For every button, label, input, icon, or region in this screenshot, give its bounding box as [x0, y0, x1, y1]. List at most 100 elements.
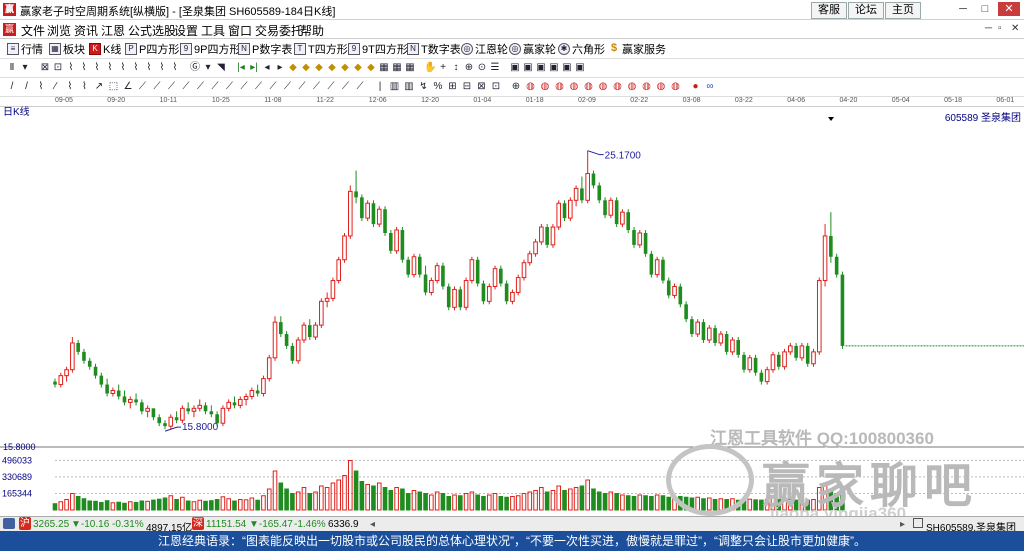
drawing-tool-icon[interactable]: ▸|: [248, 62, 260, 74]
menu-browse[interactable]: 浏览: [47, 22, 71, 39]
menu-tools[interactable]: 工具: [201, 22, 225, 39]
drawing-tool-icon[interactable]: ⌇: [169, 62, 181, 74]
analysis-tool-icon[interactable]: ◍: [626, 81, 638, 93]
drawing-tool-icon[interactable]: ⌇: [156, 62, 168, 74]
analysis-tool-icon[interactable]: ⟋: [311, 81, 323, 93]
analysis-tool-icon[interactable]: |: [374, 81, 386, 93]
drawing-tool-icon[interactable]: ◆: [365, 62, 377, 74]
toolbar-gann-wheel-button[interactable]: ◎ 江恩轮: [461, 41, 508, 56]
analysis-tool-icon[interactable]: ⌇: [35, 81, 47, 93]
drawing-tool-icon[interactable]: ◥: [215, 62, 227, 74]
drawing-tool-icon[interactable]: ◆: [326, 62, 338, 74]
toolbar-hexagon-button[interactable]: ✱ 六角形: [558, 41, 605, 56]
analysis-tool-icon[interactable]: ⟋: [238, 81, 250, 93]
analysis-tool-icon[interactable]: /: [6, 81, 18, 93]
toolbar-9p-square-button[interactable]: 9 9P四方形: [180, 41, 240, 56]
analysis-tool-icon[interactable]: ⊠: [476, 81, 488, 93]
analysis-tool-icon[interactable]: ∠: [122, 81, 134, 93]
drawing-tool-icon[interactable]: ⊡: [52, 62, 64, 74]
drawing-tool-icon[interactable]: Ⓖ: [189, 62, 201, 74]
drawing-tool-icon[interactable]: ↕: [450, 62, 462, 74]
analysis-tool-icon[interactable]: ◍: [539, 81, 551, 93]
analysis-tool-icon[interactable]: ∞: [704, 81, 716, 93]
toolbar-service-button[interactable]: $ 赢家服务: [608, 41, 666, 56]
drawing-tool-icon[interactable]: ◆: [287, 62, 299, 74]
menu-file[interactable]: 文件: [21, 22, 45, 39]
analysis-tool-icon[interactable]: ⟋: [267, 81, 279, 93]
toolbar-t-number-button[interactable]: N T数字表: [407, 41, 461, 56]
analysis-tool-icon[interactable]: ◍: [597, 81, 609, 93]
drawing-tool-icon[interactable]: ▣: [561, 62, 573, 74]
analysis-tool-icon[interactable]: ⟋: [180, 81, 192, 93]
analysis-tool-icon[interactable]: ◍: [612, 81, 624, 93]
analysis-tool-icon[interactable]: ⟋: [151, 81, 163, 93]
child-minimize-icon[interactable]: ─: [985, 23, 992, 34]
analysis-tool-icon[interactable]: ◍: [670, 81, 682, 93]
analysis-tool-icon[interactable]: ◍: [641, 81, 653, 93]
drawing-tool-icon[interactable]: ⌇: [130, 62, 142, 74]
toolbar-quotes-button[interactable]: ≡ 行情: [7, 41, 43, 56]
analysis-tool-icon[interactable]: ⟋: [325, 81, 337, 93]
drawing-tool-icon[interactable]: ▣: [522, 62, 534, 74]
analysis-tool-icon[interactable]: ⌇: [64, 81, 76, 93]
drawing-tool-icon[interactable]: ⌇: [104, 62, 116, 74]
analysis-tool-icon[interactable]: ⟋: [354, 81, 366, 93]
drawing-tool-icon[interactable]: ⊙: [476, 62, 488, 74]
analysis-tool-icon[interactable]: ↯: [418, 81, 430, 93]
drawing-tool-icon[interactable]: ▦: [378, 62, 390, 74]
drawing-tool-icon[interactable]: ▾: [202, 62, 214, 74]
drawing-tool-icon[interactable]: ◆: [352, 62, 364, 74]
analysis-tool-icon[interactable]: ⟋: [296, 81, 308, 93]
menu-formula[interactable]: 公式选股: [128, 22, 176, 39]
drawing-tool-icon[interactable]: ▣: [535, 62, 547, 74]
analysis-tool-icon[interactable]: ◍: [568, 81, 580, 93]
menu-info[interactable]: 资讯: [74, 22, 98, 39]
toolbar-winner-wheel-button[interactable]: ◎ 赢家轮: [509, 41, 556, 56]
drawing-tool-icon[interactable]: ▾: [19, 62, 31, 74]
analysis-tool-icon[interactable]: ▥: [403, 81, 415, 93]
analysis-tool-icon[interactable]: ⟋: [282, 81, 294, 93]
analysis-tool-icon[interactable]: ⊟: [461, 81, 473, 93]
drawing-tool-icon[interactable]: ⊕: [463, 62, 475, 74]
link-customer-service[interactable]: 客服: [811, 2, 847, 19]
analysis-tool-icon[interactable]: ⟋: [166, 81, 178, 93]
child-close-icon[interactable]: ✕: [1011, 23, 1019, 34]
status-scroll-right-icon[interactable]: ▸: [900, 519, 905, 530]
analysis-tool-icon[interactable]: ⊡: [490, 81, 502, 93]
drawing-tool-icon[interactable]: ◂: [261, 62, 273, 74]
analysis-tool-icon[interactable]: ◍: [583, 81, 595, 93]
close-icon[interactable]: ✕: [998, 2, 1020, 16]
drawing-tool-icon[interactable]: ▦: [404, 62, 416, 74]
analysis-tool-icon[interactable]: ●: [690, 81, 702, 93]
analysis-tool-icon[interactable]: ◍: [655, 81, 667, 93]
drawing-tool-icon[interactable]: ✋: [424, 62, 436, 74]
minimize-icon[interactable]: ─: [952, 2, 974, 16]
drawing-tool-icon[interactable]: ◆: [339, 62, 351, 74]
drawing-tool-icon[interactable]: ◆: [313, 62, 325, 74]
drawing-tool-icon[interactable]: Ⅱ: [6, 62, 18, 74]
drawing-tool-icon[interactable]: ▣: [574, 62, 586, 74]
analysis-tool-icon[interactable]: ◍: [554, 81, 566, 93]
drawing-tool-icon[interactable]: ⌇: [65, 62, 77, 74]
link-homepage[interactable]: 主页: [885, 2, 921, 19]
analysis-tool-icon[interactable]: ▥: [389, 81, 401, 93]
drawing-tool-icon[interactable]: ⌇: [117, 62, 129, 74]
analysis-tool-icon[interactable]: ⊞: [447, 81, 459, 93]
analysis-tool-icon[interactable]: ⌇: [79, 81, 91, 93]
drawing-tool-icon[interactable]: ⌇: [143, 62, 155, 74]
drawing-tool-icon[interactable]: ◆: [300, 62, 312, 74]
drawing-tool-icon[interactable]: ⌇: [78, 62, 90, 74]
analysis-tool-icon[interactable]: ⟋: [340, 81, 352, 93]
drawing-tool-icon[interactable]: ▦: [391, 62, 403, 74]
drawing-tool-icon[interactable]: ▣: [509, 62, 521, 74]
analysis-tool-icon[interactable]: /: [21, 81, 33, 93]
analysis-tool-icon[interactable]: ↗: [93, 81, 105, 93]
toolbar-kline-button[interactable]: K K线: [89, 41, 121, 56]
menu-gann[interactable]: 江恩: [101, 22, 125, 39]
menu-window[interactable]: 窗口: [228, 22, 252, 39]
toolbar-t-square-button[interactable]: T T四方形: [294, 41, 348, 56]
analysis-tool-icon[interactable]: ⬚: [108, 81, 120, 93]
analysis-tool-icon[interactable]: ⟋: [137, 81, 149, 93]
menu-settings[interactable]: 设置: [174, 22, 198, 39]
toolbar-p-square-button[interactable]: P P四方形: [125, 41, 179, 56]
